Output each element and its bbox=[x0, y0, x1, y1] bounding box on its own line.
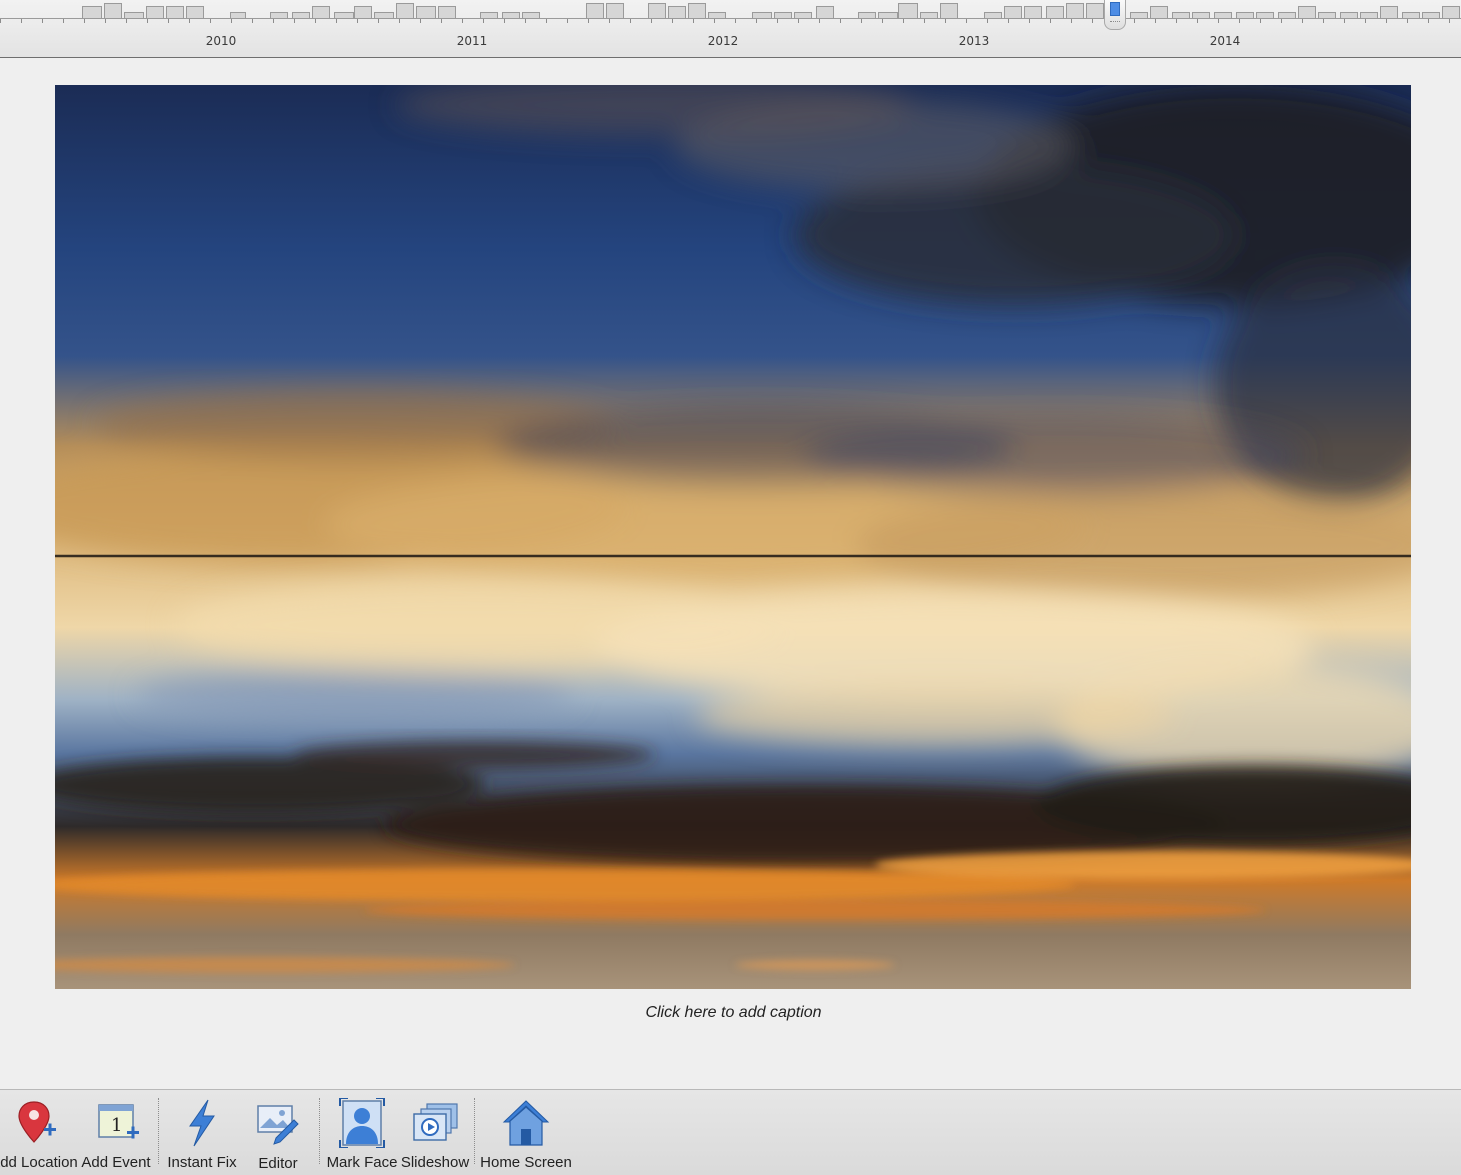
timeline-year-label[interactable]: 2014 bbox=[1210, 34, 1241, 48]
sunset-clouds-photo bbox=[55, 85, 1411, 973]
timeline-histogram-bar bbox=[1046, 6, 1064, 18]
timeline-year-label[interactable]: 2013 bbox=[959, 34, 990, 48]
home-icon bbox=[502, 1100, 550, 1146]
timeline-histogram-bar bbox=[1380, 6, 1398, 18]
toolbar-separator bbox=[319, 1098, 320, 1164]
timeline-histogram-bar bbox=[688, 3, 706, 18]
timeline-scrubber-handle[interactable] bbox=[1104, 0, 1126, 30]
toolbar-separator bbox=[474, 1098, 475, 1164]
timeline-histogram-bar bbox=[586, 3, 604, 18]
add-event-label: Add Event bbox=[81, 1154, 151, 1171]
toolbar-separator bbox=[158, 1098, 159, 1164]
home-screen-button[interactable]: Home Screen bbox=[480, 1090, 572, 1175]
timeline-histogram-bar bbox=[438, 6, 456, 18]
timeline-histogram-bar bbox=[1066, 3, 1084, 18]
face-frame-icon bbox=[339, 1098, 385, 1148]
timeline-histogram-bar bbox=[648, 3, 666, 18]
timeline-histogram-bar bbox=[668, 6, 686, 18]
timeline-current-marker bbox=[1110, 2, 1120, 16]
grip-icon bbox=[1110, 21, 1120, 24]
timeline-histogram-bar bbox=[416, 6, 436, 18]
bottom-toolbar: Add Location 1 Add Event Instant Fix Edi… bbox=[0, 1089, 1461, 1175]
add-event-button[interactable]: 1 Add Event bbox=[80, 1090, 152, 1175]
mark-face-button[interactable]: Mark Face bbox=[325, 1090, 399, 1175]
timeline-histogram-bar bbox=[396, 3, 414, 18]
timeline-histogram-bar bbox=[166, 6, 184, 18]
timeline[interactable]: 2010 2011 2012 2013 2014 bbox=[0, 0, 1461, 58]
lightning-icon bbox=[189, 1099, 215, 1147]
timeline-year-label[interactable]: 2011 bbox=[457, 34, 488, 48]
editor-label: Editor bbox=[258, 1155, 298, 1172]
editor-button[interactable]: Editor bbox=[244, 1090, 312, 1175]
add-location-label: Add Location bbox=[0, 1154, 78, 1171]
timeline-histogram-bar bbox=[104, 3, 122, 18]
calendar-plus-icon: 1 bbox=[98, 1104, 139, 1139]
instant-fix-button[interactable]: Instant Fix bbox=[164, 1090, 240, 1175]
timeline-histogram-bar bbox=[1150, 6, 1168, 18]
add-location-button[interactable]: Add Location bbox=[0, 1090, 78, 1175]
slideshow-label: Slideshow bbox=[400, 1154, 470, 1171]
timeline-histogram-bar bbox=[1004, 6, 1022, 18]
timeline-histogram bbox=[0, 0, 1461, 18]
timeline-histogram-bar bbox=[186, 6, 204, 18]
timeline-year-label[interactable]: 2012 bbox=[708, 34, 739, 48]
caption-field[interactable]: Click here to add caption bbox=[0, 1004, 1461, 1022]
photo-editor-icon bbox=[257, 1105, 299, 1145]
timeline-histogram-bar bbox=[606, 3, 624, 18]
timeline-histogram-bar bbox=[312, 6, 330, 18]
timeline-histogram-bar bbox=[354, 6, 372, 18]
svg-text:1: 1 bbox=[111, 1115, 122, 1136]
photo-preview[interactable] bbox=[55, 85, 1411, 989]
timeline-histogram-bar bbox=[1442, 6, 1460, 18]
timeline-histogram-bar bbox=[82, 6, 102, 18]
mark-face-label: Mark Face bbox=[326, 1154, 398, 1171]
timeline-ruler bbox=[0, 18, 1461, 23]
slideshow-button[interactable]: Slideshow bbox=[400, 1090, 470, 1175]
timeline-year-label[interactable]: 2010 bbox=[206, 34, 237, 48]
timeline-histogram-bar bbox=[1086, 3, 1104, 18]
timeline-histogram-bar bbox=[1298, 6, 1316, 18]
slideshow-icon bbox=[413, 1103, 458, 1141]
instant-fix-label: Instant Fix bbox=[167, 1154, 237, 1171]
timeline-histogram-bar bbox=[898, 3, 918, 18]
timeline-histogram-bar bbox=[1024, 6, 1042, 18]
timeline-histogram-bar bbox=[940, 3, 958, 18]
timeline-histogram-bar bbox=[816, 6, 834, 18]
map-pin-plus-icon bbox=[18, 1101, 56, 1143]
home-screen-label: Home Screen bbox=[480, 1154, 572, 1171]
timeline-histogram-bar bbox=[146, 6, 164, 18]
